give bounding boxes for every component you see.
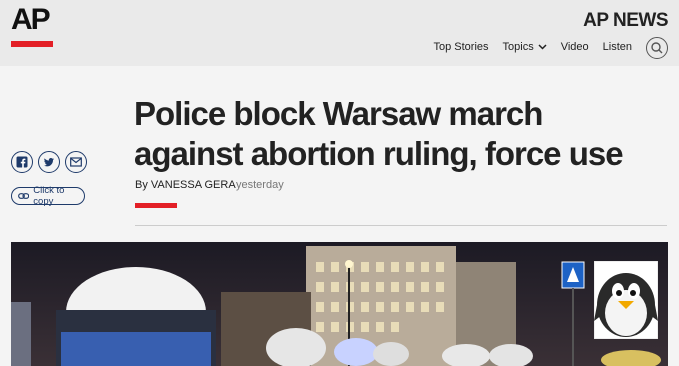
site-header: AP AP NEWS Top Stories Topics Video List… xyxy=(0,0,679,66)
email-share-button[interactable] xyxy=(65,151,87,173)
logo-text: AP xyxy=(11,3,51,36)
logo-bar xyxy=(11,41,53,47)
nav-top-stories[interactable]: Top Stories xyxy=(433,41,488,53)
search-icon xyxy=(651,42,663,54)
nav-topics[interactable]: Topics xyxy=(503,41,547,53)
penguin-icon xyxy=(593,260,659,340)
nav-label: Listen xyxy=(602,41,632,53)
site-brand[interactable]: AP NEWS xyxy=(583,10,668,32)
main-nav: Top Stories Topics Video Listen xyxy=(433,41,632,53)
article-timestamp: yesterday xyxy=(236,179,284,191)
article-photo[interactable] xyxy=(11,242,668,366)
chevron-down-icon xyxy=(538,44,547,50)
article-byline[interactable]: By VANESSA GERA xyxy=(135,179,236,191)
nav-label: Top Stories xyxy=(433,41,489,53)
twitter-share-button[interactable] xyxy=(38,151,60,173)
email-icon xyxy=(70,157,82,167)
divider xyxy=(135,225,667,226)
copy-link-label: Click to copy xyxy=(33,185,65,207)
article-headline: Police block Warsaw march against aborti… xyxy=(134,95,624,172)
search-button[interactable] xyxy=(646,37,668,59)
copy-link-button[interactable]: Click to copy xyxy=(11,185,85,207)
ap-logo[interactable]: AP xyxy=(11,3,53,48)
police-march-photo xyxy=(11,242,668,366)
twitter-icon xyxy=(43,158,54,167)
penguin-avatar xyxy=(593,260,659,340)
link-icon xyxy=(18,193,30,199)
share-buttons xyxy=(11,151,87,173)
nav-video[interactable]: Video xyxy=(561,41,589,53)
nav-label: Video xyxy=(560,41,589,53)
byline-accent-bar xyxy=(135,203,177,208)
facebook-share-button[interactable] xyxy=(11,151,33,173)
facebook-icon xyxy=(16,156,28,168)
nav-label: Topics xyxy=(502,41,534,53)
nav-listen[interactable]: Listen xyxy=(603,41,632,53)
